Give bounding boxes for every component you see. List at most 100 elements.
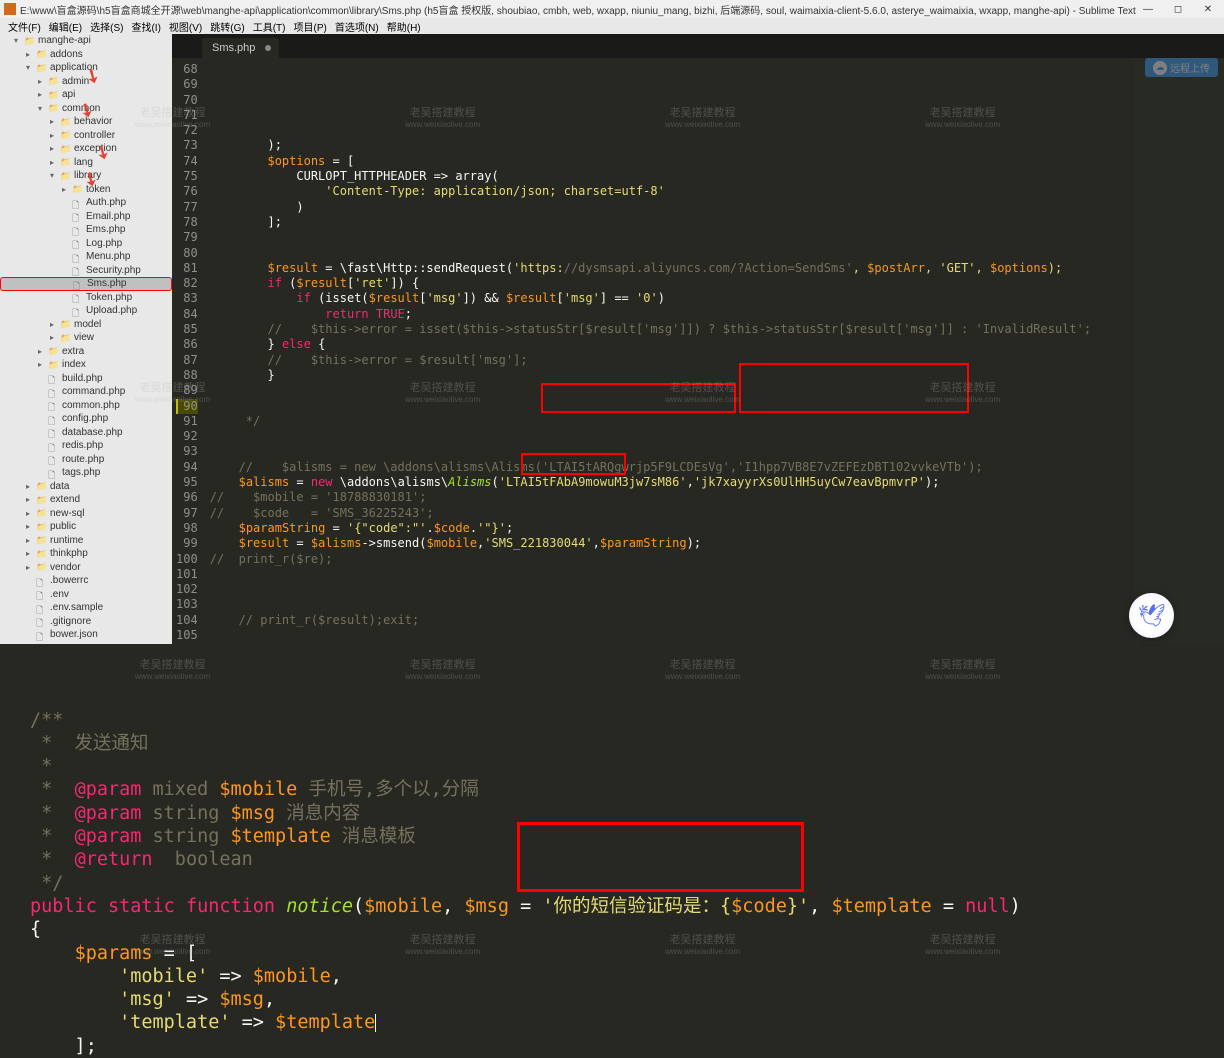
close-button[interactable]: ✕ <box>1202 4 1214 15</box>
tree-toggle-icon[interactable]: ▸ <box>26 495 34 504</box>
code-line[interactable]: // $this->error = $result['msg']; <box>206 353 1134 368</box>
folder-item[interactable]: ▸runtime <box>0 534 172 548</box>
file-item[interactable]: common.php <box>0 399 172 413</box>
file-item[interactable]: build.php <box>0 372 172 386</box>
code-line[interactable]: // $this->error = isset($this->statusStr… <box>206 322 1134 337</box>
file-item[interactable]: .env <box>0 588 172 602</box>
file-tree-sidebar[interactable]: ➘ ➘ ➘ ➘ ▾manghe-api▸addons▾application▸a… <box>0 34 172 644</box>
menu-item[interactable]: 项目(P) <box>290 19 331 34</box>
code-content[interactable]: ); $options = [ CURLOPT_HTTPHEADER => ar… <box>206 58 1134 644</box>
file-item[interactable]: Upload.php <box>0 304 172 318</box>
file-item[interactable]: Ems.php <box>0 223 172 237</box>
file-item[interactable]: Auth.php <box>0 196 172 210</box>
folder-item[interactable]: ▸extend <box>0 493 172 507</box>
code-line[interactable] <box>206 246 1134 261</box>
menu-item[interactable]: 文件(F) <box>4 19 45 34</box>
file-item[interactable]: database.php <box>0 426 172 440</box>
code-line[interactable]: 'Content-Type: application/json; charset… <box>206 184 1134 199</box>
menu-item[interactable]: 查找(I) <box>127 19 164 34</box>
menu-item[interactable]: 跳转(G) <box>206 19 248 34</box>
minimap[interactable] <box>1134 58 1224 644</box>
file-item[interactable]: .bowerrc <box>0 574 172 588</box>
tree-toggle-icon[interactable]: ▸ <box>50 131 58 140</box>
folder-item[interactable]: ▸exception <box>0 142 172 156</box>
tree-toggle-icon[interactable]: ▸ <box>50 320 58 329</box>
code-line[interactable] <box>206 597 1134 612</box>
menu-item[interactable]: 编辑(E) <box>45 19 86 34</box>
floating-assistant-button[interactable]: 🕊 <box>1129 593 1174 638</box>
folder-item[interactable]: ▸view <box>0 331 172 345</box>
menu-item[interactable]: 选择(S) <box>86 19 127 34</box>
code-editor[interactable]: 6869707172737475767778798081828384858687… <box>172 58 1224 644</box>
folder-item[interactable]: ▸lang <box>0 156 172 170</box>
code-line[interactable]: ) <box>206 200 1134 215</box>
code-line[interactable]: ]; <box>206 215 1134 230</box>
file-item[interactable]: bower.json <box>0 628 172 642</box>
tree-toggle-icon[interactable]: ▸ <box>26 509 34 518</box>
folder-item[interactable]: ▸extra <box>0 345 172 359</box>
menu-item[interactable]: 首选项(N) <box>331 19 383 34</box>
code-line[interactable]: // print_r($re); <box>206 552 1134 567</box>
folder-item[interactable]: ▸controller <box>0 129 172 143</box>
file-item[interactable]: Email.php <box>0 210 172 224</box>
code-line[interactable]: $result = \fast\Http::sendRequest('https… <box>206 261 1134 276</box>
menu-item[interactable]: 工具(T) <box>249 19 290 34</box>
code-line[interactable] <box>206 429 1134 444</box>
file-item[interactable]: route.php <box>0 453 172 467</box>
maximize-button[interactable]: ◻ <box>1172 4 1184 15</box>
tree-toggle-icon[interactable]: ▸ <box>62 185 70 194</box>
minimize-button[interactable]: — <box>1142 4 1154 15</box>
code-line[interactable]: CURLOPT_HTTPHEADER => array( <box>206 169 1134 184</box>
tree-toggle-icon[interactable]: ▸ <box>50 144 58 153</box>
tree-toggle-icon[interactable]: ▸ <box>38 90 46 99</box>
file-item[interactable]: .gitignore <box>0 615 172 629</box>
tree-toggle-icon[interactable]: ▸ <box>26 482 34 491</box>
tree-toggle-icon[interactable]: ▸ <box>50 333 58 342</box>
folder-item[interactable]: ▸model <box>0 318 172 332</box>
folder-item[interactable]: ▸data <box>0 480 172 494</box>
folder-item[interactable]: ▸new-sql <box>0 507 172 521</box>
tree-toggle-icon[interactable]: ▸ <box>26 522 34 531</box>
code-line[interactable]: return TRUE; <box>206 307 1134 322</box>
folder-item[interactable]: ▸thinkphp <box>0 547 172 561</box>
file-item[interactable]: Log.php <box>0 237 172 251</box>
code-line[interactable]: */ <box>206 414 1134 429</box>
tree-toggle-icon[interactable]: ▸ <box>38 360 46 369</box>
tree-toggle-icon[interactable]: ▾ <box>26 63 34 72</box>
file-item[interactable]: redis.php <box>0 439 172 453</box>
code-line[interactable]: $paramString = '{"code":"'.$code.'"}'; <box>206 521 1134 536</box>
folder-item[interactable]: ▾manghe-api <box>0 34 172 48</box>
tree-toggle-icon[interactable]: ▸ <box>26 50 34 59</box>
folder-item[interactable]: ▸public <box>0 520 172 534</box>
folder-item[interactable]: ▸vendor <box>0 561 172 575</box>
code-line[interactable]: // print_r($result);exit; <box>206 613 1134 628</box>
tree-toggle-icon[interactable]: ▸ <box>38 347 46 356</box>
code-line[interactable]: // $alisms = new \addons\alisms\Alisms('… <box>206 460 1134 475</box>
code-line[interactable]: } else { <box>206 337 1134 352</box>
tree-toggle-icon[interactable]: ▾ <box>14 36 22 45</box>
code-line[interactable] <box>206 230 1134 245</box>
folder-item[interactable]: ▸addons <box>0 48 172 62</box>
tree-toggle-icon[interactable]: ▸ <box>50 117 58 126</box>
code-line[interactable]: $alisms = new \addons\alisms\Alisms('LTA… <box>206 475 1134 490</box>
code-line[interactable] <box>206 628 1134 643</box>
menu-item[interactable]: 视图(V) <box>165 19 206 34</box>
file-item[interactable]: .env.sample <box>0 601 172 615</box>
tree-toggle-icon[interactable]: ▾ <box>38 104 46 113</box>
tree-toggle-icon[interactable]: ▸ <box>26 536 34 545</box>
code-line[interactable] <box>206 567 1134 582</box>
code-line[interactable]: if (isset($result['msg']) && $result['ms… <box>206 291 1134 306</box>
file-item[interactable]: config.php <box>0 412 172 426</box>
code-line[interactable] <box>206 399 1134 414</box>
file-tab-sms[interactable]: Sms.php <box>202 38 279 58</box>
code-line[interactable]: // $mobile = '18788830181'; <box>206 490 1134 505</box>
file-item[interactable]: Menu.php <box>0 250 172 264</box>
code-line[interactable]: } <box>206 368 1134 383</box>
file-item[interactable]: Token.php <box>0 291 172 305</box>
file-item[interactable]: tags.php <box>0 466 172 480</box>
code-line[interactable]: ); <box>206 138 1134 153</box>
code-line[interactable]: $options = [ <box>206 154 1134 169</box>
folder-item[interactable]: ▸index <box>0 358 172 372</box>
code-line[interactable] <box>206 444 1134 459</box>
tree-toggle-icon[interactable]: ▸ <box>26 549 34 558</box>
